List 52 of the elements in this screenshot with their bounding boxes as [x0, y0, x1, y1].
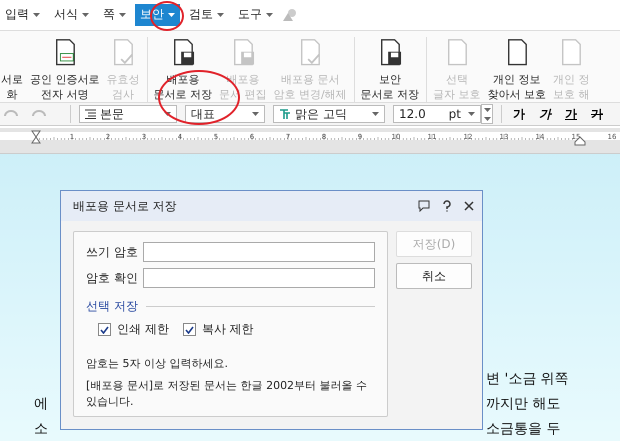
font-icon [279, 108, 291, 120]
checkbox[interactable] [98, 323, 111, 336]
menu-tab[interactable]: 입력 [0, 4, 45, 26]
caret-icon [119, 12, 126, 17]
password-field[interactable] [142, 242, 375, 262]
bold-button[interactable]: 가 [510, 106, 528, 123]
document-text: 에 [34, 396, 48, 412]
ribbon-button[interactable]: 보안 문서로 저장 [354, 36, 422, 102]
paragraph-style-icon [85, 109, 96, 120]
caret-icon [168, 12, 175, 17]
spinner-icon[interactable] [481, 104, 493, 124]
caret-icon [82, 12, 89, 17]
caret-icon [252, 112, 259, 116]
document-text: 소 [34, 420, 48, 436]
checkbox-label: 복사 제한 [202, 321, 254, 338]
checkbox[interactable] [182, 323, 196, 336]
checkbox-label: 인쇄 제한 [117, 321, 169, 338]
menu-tab[interactable]: 쪽 [98, 4, 131, 26]
underline-button[interactable]: 가 [562, 106, 580, 123]
font-size-field[interactable]: 12.0 pt [393, 105, 481, 124]
dialog-title: 배포용 문서로 저장 [73, 198, 178, 214]
italic-button[interactable]: 가 [536, 106, 554, 123]
caret-icon [33, 12, 40, 17]
document-text: 변 '소금 위쪽 [486, 370, 569, 386]
caret-icon [266, 12, 273, 17]
style-dropdown[interactable]: 본문 [79, 105, 177, 124]
note-text: [배포용 문서]로 저장된 문서는 한글 2002부터 불러올 수 있습니다. [86, 378, 368, 410]
ribbon-button[interactable]: 개인 정보 찾아서 보호 [484, 36, 550, 102]
group-label: 선택 저장 [86, 298, 138, 315]
ribbon-button[interactable]: 공인 인증서로 전자 서명 [26, 36, 102, 102]
document-text: 까지만 해도 [486, 396, 560, 412]
language-dropdown[interactable]: 대표 [185, 105, 265, 124]
close-icon[interactable] [464, 201, 474, 211]
field-label: 암호 확인 [86, 270, 138, 286]
strikethrough-button[interactable]: 가 [588, 106, 606, 123]
shapes-icon [282, 8, 298, 22]
password-field[interactable] [142, 268, 375, 288]
comment-icon[interactable] [418, 200, 430, 212]
note-text: 암호는 5자 이상 입력하세요. [86, 356, 229, 372]
ribbon-button[interactable]: 서로 화 [0, 36, 26, 102]
help-icon[interactable] [442, 200, 452, 212]
caret-icon [468, 112, 475, 116]
document-text: 소금통을 두 [486, 420, 560, 436]
font-dropdown[interactable]: 맑은 고딕 [273, 105, 385, 124]
caret-icon [217, 12, 224, 17]
menu-tab[interactable]: 검토 [184, 4, 229, 26]
field-label: 쓰기 암호 [86, 244, 138, 260]
menu-tab[interactable]: 서식 [49, 4, 94, 26]
cancel-button[interactable]: 취소 [396, 263, 472, 289]
menu-tab[interactable]: 도구 [233, 4, 278, 26]
indent-marker-icon[interactable] [31, 130, 41, 144]
caret-icon [372, 112, 379, 116]
